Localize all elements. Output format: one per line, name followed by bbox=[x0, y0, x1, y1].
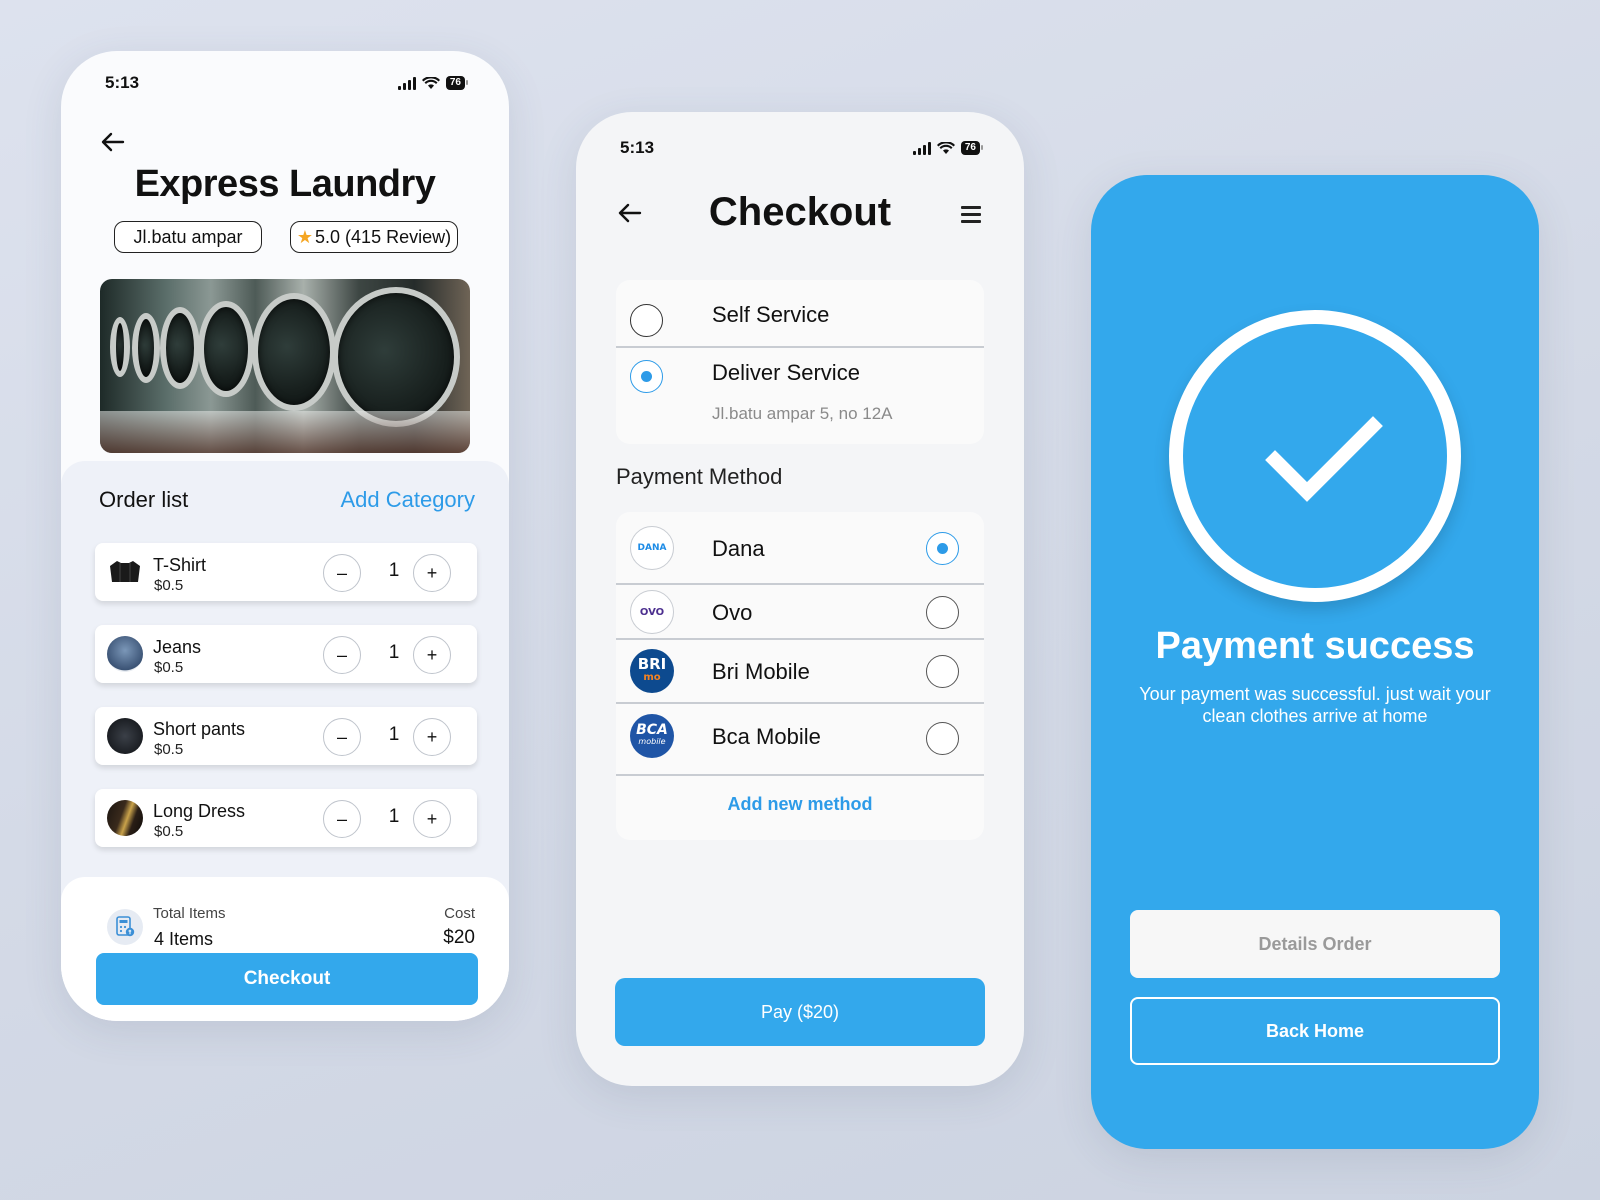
list-item: T-Shirt $0.5 – 1 + bbox=[95, 543, 477, 601]
cost-value: $20 bbox=[443, 927, 475, 948]
back-home-button[interactable]: Back Home bbox=[1130, 997, 1500, 1065]
total-items-label: Total Items bbox=[153, 905, 226, 922]
decrease-button[interactable]: – bbox=[323, 718, 361, 756]
payment-radio[interactable] bbox=[926, 596, 959, 629]
quantity-value: 1 bbox=[388, 724, 400, 745]
laundry-screen: 5:13 76 Express Laundry Jl.batu ampar ★ … bbox=[61, 51, 509, 1021]
success-title: Payment success bbox=[1155, 625, 1475, 667]
item-price: $0.5 bbox=[154, 823, 184, 840]
decrease-button[interactable]: – bbox=[323, 554, 361, 592]
increase-button[interactable]: + bbox=[413, 636, 451, 674]
payment-method-name: Bri Mobile bbox=[712, 659, 810, 684]
status-bar: 5:13 76 bbox=[61, 71, 509, 95]
divider bbox=[616, 774, 984, 776]
page-title: Express Laundry bbox=[134, 163, 436, 205]
back-arrow-icon[interactable] bbox=[101, 129, 125, 157]
jeans-thumbnail bbox=[107, 636, 143, 672]
add-new-method-link[interactable]: Add new method bbox=[616, 794, 984, 815]
bri-logo-sub: mo bbox=[643, 672, 661, 683]
item-name: Short pants bbox=[153, 719, 246, 739]
bca-logo: BCA mobile bbox=[630, 714, 674, 758]
system-icons: 76 bbox=[912, 141, 984, 155]
deliver-service-radio[interactable] bbox=[630, 360, 663, 393]
quantity-value: 1 bbox=[388, 560, 400, 581]
item-price: $0.5 bbox=[154, 577, 184, 594]
payment-success-screen: Payment success Your payment was success… bbox=[1091, 175, 1539, 1149]
status-time: 5:13 bbox=[105, 73, 140, 92]
order-list-label: Order list bbox=[99, 487, 189, 512]
checkout-button[interactable]: Checkout bbox=[96, 953, 478, 1005]
rating-text: 5.0 (415 Review) bbox=[315, 226, 452, 247]
signal-icon bbox=[912, 141, 931, 155]
payment-method-label: Payment Method bbox=[616, 464, 783, 489]
status-time: 5:13 bbox=[620, 138, 655, 157]
divider bbox=[616, 638, 984, 640]
service-option-label: Self Service bbox=[712, 302, 830, 327]
increase-button[interactable]: + bbox=[413, 800, 451, 838]
list-item: Short pants $0.5 – 1 + bbox=[95, 707, 477, 765]
decrease-button[interactable]: – bbox=[323, 800, 361, 838]
bca-logo-text: BCA bbox=[636, 722, 668, 738]
calculator-icon bbox=[107, 909, 143, 945]
laundry-hero-image bbox=[100, 279, 470, 453]
item-name: T-Shirt bbox=[153, 555, 207, 575]
payment-radio[interactable] bbox=[926, 722, 959, 755]
quantity-value: 1 bbox=[388, 642, 400, 663]
add-category-link[interactable]: Add Category bbox=[340, 487, 475, 513]
short-pants-thumbnail bbox=[107, 718, 143, 754]
quantity-value: 1 bbox=[388, 806, 400, 827]
wifi-icon bbox=[421, 76, 440, 89]
decrease-button[interactable]: – bbox=[323, 636, 361, 674]
menu-icon[interactable] bbox=[961, 206, 981, 227]
list-item: Jeans $0.5 – 1 + bbox=[95, 625, 477, 683]
divider bbox=[616, 583, 984, 585]
order-summary: Total Items 4 Items Cost $20 Checkout bbox=[61, 877, 509, 1021]
long-dress-thumbnail bbox=[107, 800, 143, 836]
payment-method-name: Dana bbox=[712, 536, 765, 561]
details-order-button[interactable]: Details Order bbox=[1130, 910, 1500, 978]
item-price: $0.5 bbox=[154, 741, 184, 758]
delivery-address: Jl.batu ampar 5, no 12A bbox=[712, 404, 893, 423]
location-text: Jl.batu ampar bbox=[133, 226, 243, 247]
signal-icon bbox=[397, 76, 416, 90]
item-price: $0.5 bbox=[154, 659, 184, 676]
battery-icon: 76 bbox=[960, 141, 984, 155]
increase-button[interactable]: + bbox=[413, 554, 451, 592]
payment-methods-card: DANA Dana OVO Ovo BRI mo Bri Mobile BCA … bbox=[616, 512, 984, 840]
total-items-value: 4 Items bbox=[154, 929, 214, 949]
service-option-label: Deliver Service bbox=[712, 360, 860, 385]
checkout-screen: 5:13 76 Checkout Self Service Deliver Se… bbox=[576, 112, 1024, 1086]
tshirt-thumbnail bbox=[107, 554, 143, 590]
payment-method-name: Ovo bbox=[712, 600, 753, 625]
cost-label: Cost bbox=[444, 905, 475, 922]
success-message: Your payment was successful. just wait y… bbox=[1139, 684, 1491, 726]
bri-logo: BRI mo bbox=[630, 649, 674, 693]
rating-badge[interactable]: ★ 5.0 (415 Review) bbox=[290, 221, 458, 253]
payment-radio[interactable] bbox=[926, 532, 959, 565]
location-badge[interactable]: Jl.batu ampar bbox=[114, 221, 262, 253]
item-name: Long Dress bbox=[153, 801, 246, 821]
wifi-icon bbox=[936, 141, 955, 154]
dana-logo: DANA bbox=[630, 526, 674, 570]
list-item: Long Dress $0.5 – 1 + bbox=[95, 789, 477, 847]
increase-button[interactable]: + bbox=[413, 718, 451, 756]
status-bar: 5:13 76 bbox=[576, 136, 1024, 160]
page-title: Checkout bbox=[708, 190, 892, 234]
pay-button[interactable]: Pay ($20) bbox=[615, 978, 985, 1046]
battery-icon: 76 bbox=[445, 76, 469, 90]
divider bbox=[616, 702, 984, 704]
bca-logo-sub: mobile bbox=[638, 737, 666, 746]
item-name: Jeans bbox=[153, 637, 202, 657]
payment-method-name: Bca Mobile bbox=[712, 724, 821, 749]
payment-radio[interactable] bbox=[926, 655, 959, 688]
bri-logo-text: BRI bbox=[637, 655, 667, 673]
system-icons: 76 bbox=[397, 76, 469, 90]
self-service-radio[interactable] bbox=[630, 304, 663, 337]
ovo-logo: OVO bbox=[630, 590, 674, 634]
star-icon: ★ bbox=[296, 226, 314, 247]
divider bbox=[616, 346, 984, 348]
success-check-icon bbox=[1169, 310, 1461, 602]
service-options-card: Self Service Deliver Service Jl.batu amp… bbox=[616, 280, 984, 444]
